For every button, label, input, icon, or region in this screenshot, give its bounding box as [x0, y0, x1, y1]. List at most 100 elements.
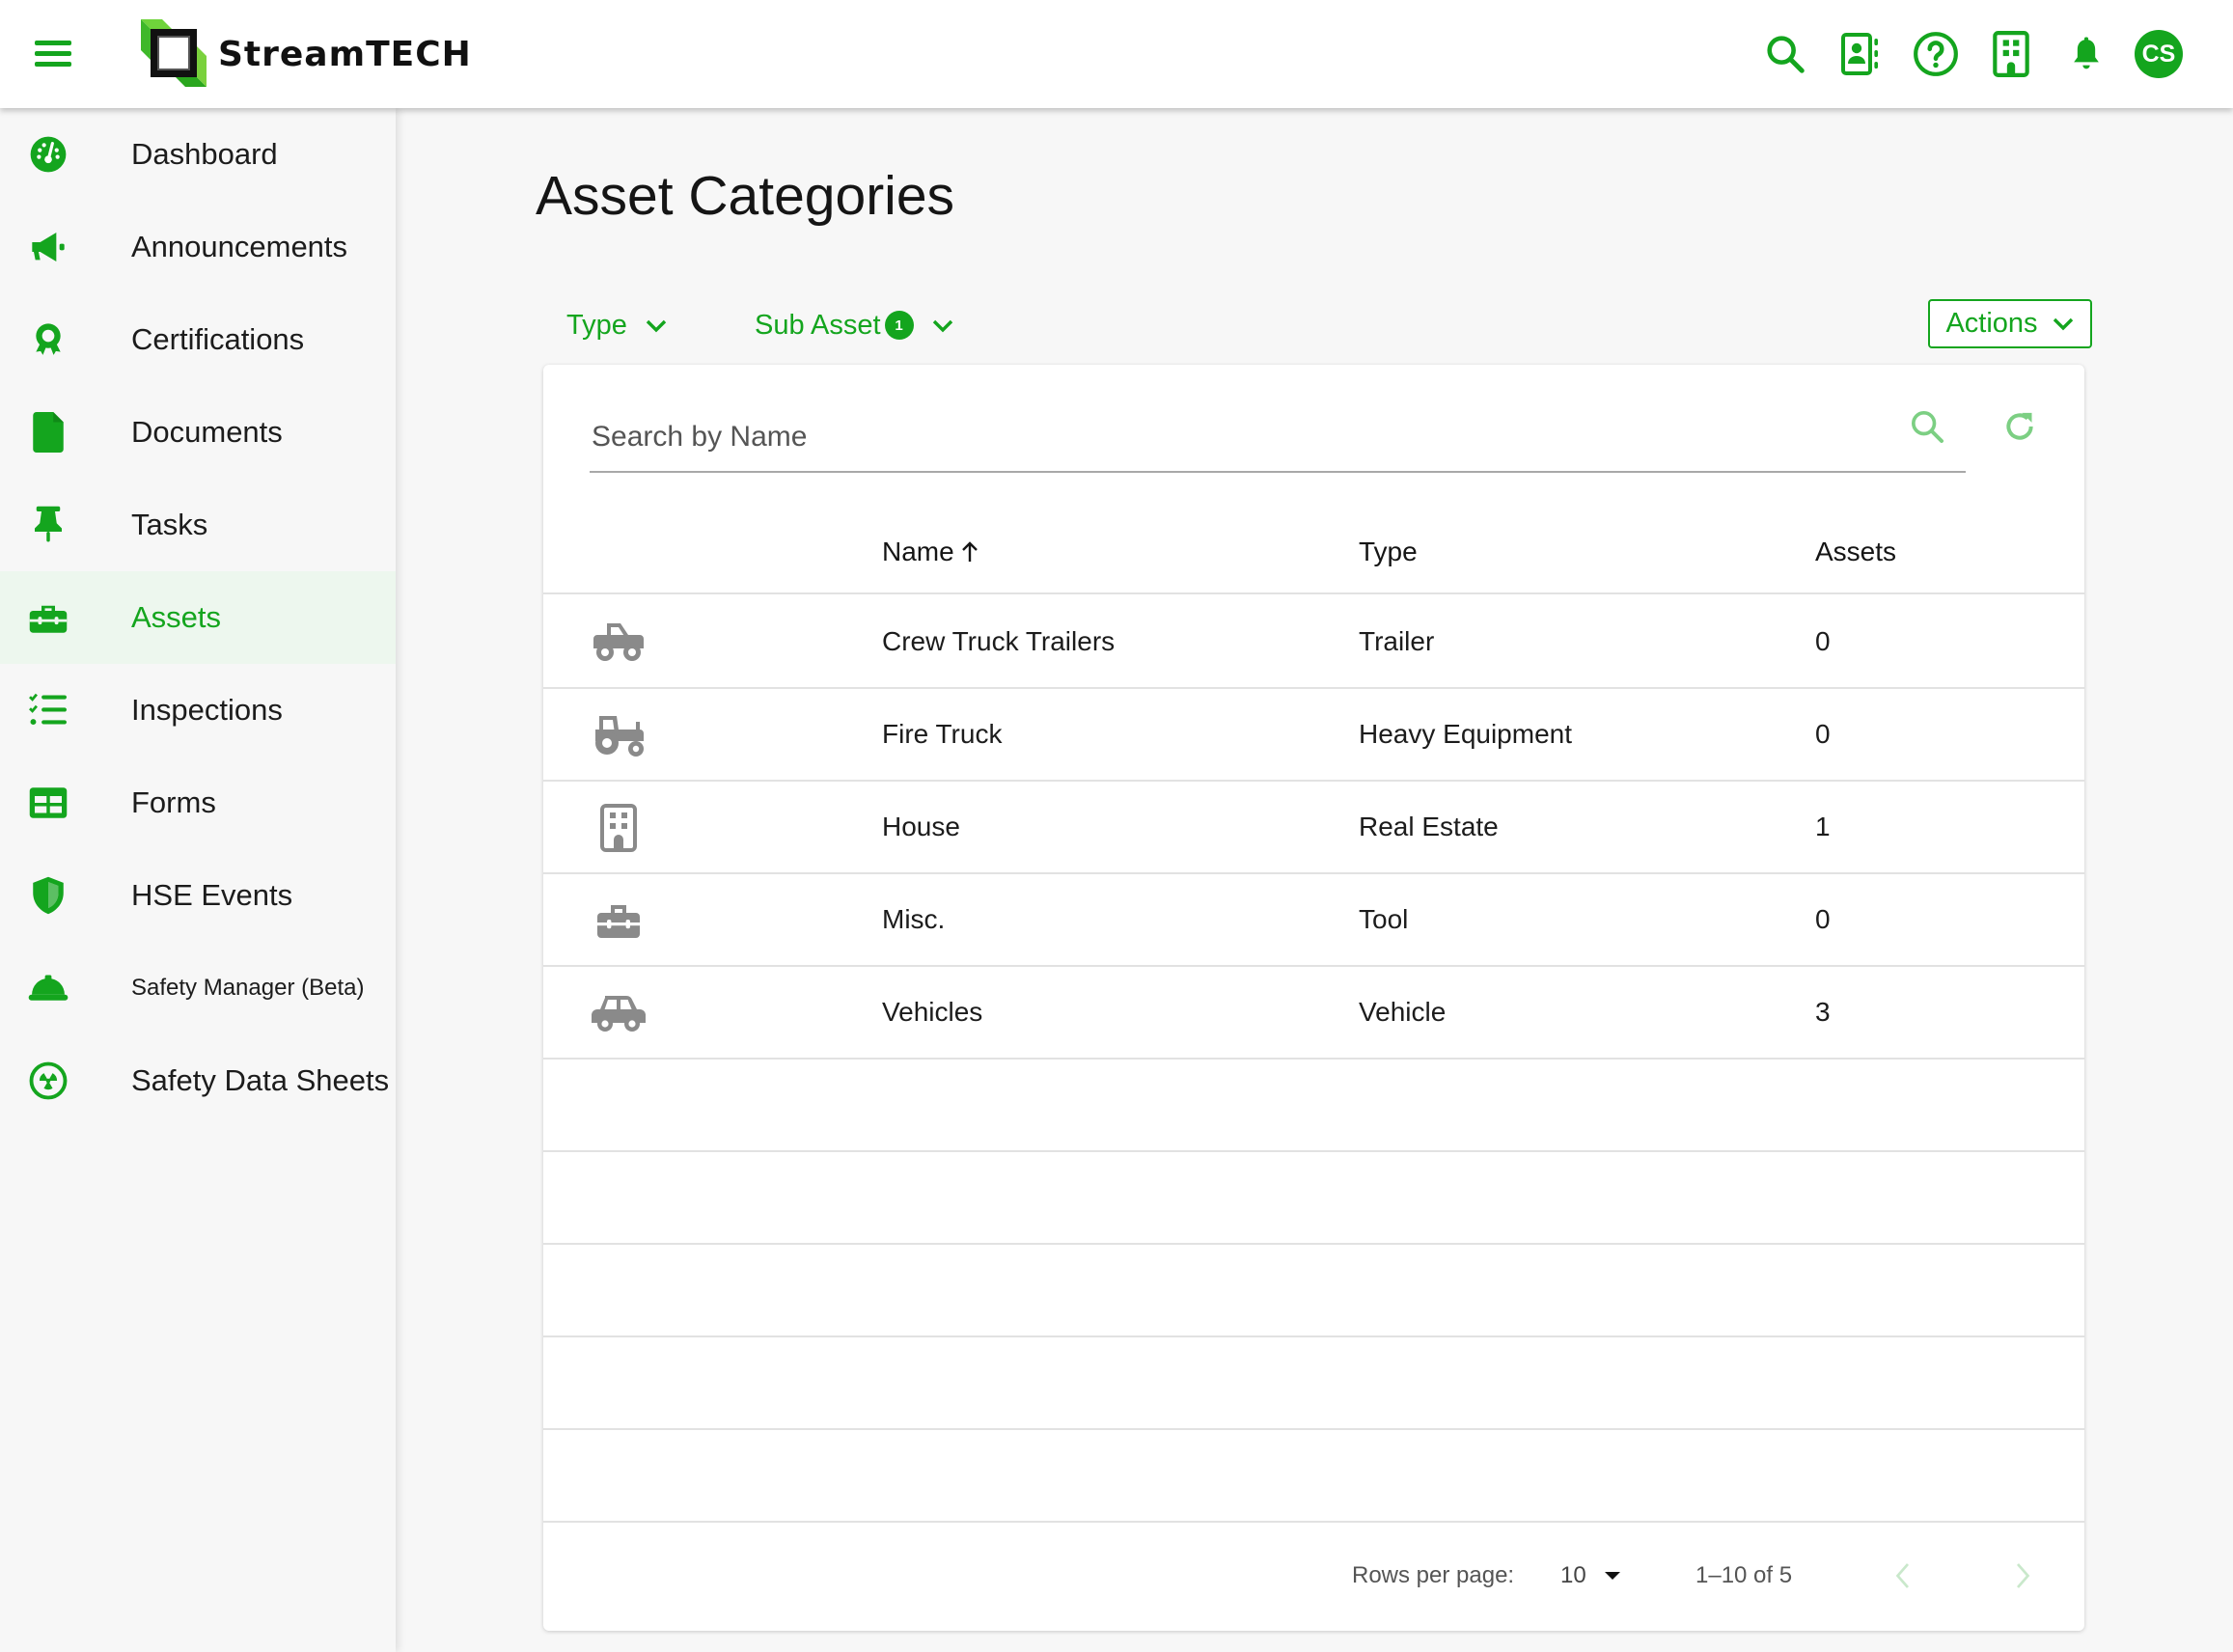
car-icon [588, 988, 649, 1038]
empty-table-row [543, 1060, 2084, 1152]
sidebar-item-hse-events[interactable]: HSE Events [0, 849, 396, 942]
sidebar-item-label: Announcements [131, 230, 348, 263]
cell-type: Heavy Equipment [1359, 719, 1573, 749]
cell-assets: 0 [1815, 904, 1831, 934]
pushpin-icon [27, 506, 69, 544]
help-icon[interactable] [1909, 27, 1963, 81]
filter-label: Type [566, 309, 627, 341]
tractor-icon [588, 710, 649, 760]
sidebar-item-announcements[interactable]: Announcements [0, 201, 396, 293]
cell-type: Trailer [1359, 626, 1435, 656]
rows-per-page-value: 10 [1560, 1562, 1586, 1588]
cell-assets: 0 [1815, 626, 1831, 656]
column-header-name[interactable]: Name [882, 509, 979, 594]
cell-assets: 3 [1815, 997, 1831, 1027]
table-pagination: Rows per page: 10 1–10 of 5 [543, 1521, 2084, 1631]
table-row[interactable]: House Real Estate 1 [543, 782, 2084, 874]
empty-table-row [543, 1430, 2084, 1523]
sidebar-item-label: Tasks [131, 508, 208, 541]
column-header-type[interactable]: Type [1359, 509, 1418, 594]
sidebar-item-safety-data-sheets[interactable]: Safety Data Sheets [0, 1034, 396, 1127]
sidebar-item-documents[interactable]: Documents [0, 386, 396, 479]
toolbox-icon [588, 895, 649, 946]
sidebar-item-dashboard[interactable]: Dashboard [0, 108, 396, 201]
table-row[interactable]: Misc. Tool 0 [543, 874, 2084, 967]
toolbox-icon [27, 598, 69, 637]
rows-per-page-label: Rows per page: [1352, 1562, 1515, 1588]
pagination-range: 1–10 of 5 [1695, 1562, 1793, 1588]
pickup-truck-icon [588, 618, 649, 668]
top-actions: CS [1737, 27, 2233, 81]
hazard-radiation-icon [27, 1061, 69, 1100]
user-avatar[interactable]: CS [2135, 30, 2183, 78]
filter-label: Sub Asset [755, 309, 881, 341]
building-icon[interactable] [1984, 27, 2038, 81]
filter-type-dropdown[interactable]: Type [566, 305, 668, 345]
sidebar-item-tasks[interactable]: Tasks [0, 479, 396, 571]
cell-type: Tool [1359, 904, 1409, 934]
arrow-up-icon [960, 540, 979, 564]
actions-button[interactable]: Actions [1928, 299, 2092, 348]
empty-table-row [543, 1337, 2084, 1430]
previous-page-button[interactable] [1879, 1553, 1925, 1599]
refresh-icon[interactable] [1997, 403, 2043, 450]
shield-icon [27, 876, 69, 915]
megaphone-icon [27, 228, 69, 266]
chevron-down-icon [2052, 308, 2075, 340]
search-icon[interactable] [1758, 27, 1812, 81]
building-icon [588, 803, 649, 853]
hamburger-menu-icon[interactable] [35, 41, 73, 68]
sidebar-item-safety-manager[interactable]: Safety Manager (Beta) [0, 942, 396, 1034]
search-input[interactable] [590, 403, 1966, 473]
top-app-bar: StreamTECH CS [0, 0, 2233, 108]
chevron-down-icon [645, 310, 668, 342]
search-icon[interactable] [1904, 403, 1950, 450]
filter-count-badge: 1 [884, 311, 914, 340]
asset-categories-table-card: Name Type Assets Crew Truck Trailers Tra… [543, 365, 2084, 1631]
table-row[interactable]: Crew Truck Trailers Trailer 0 [543, 596, 2084, 689]
filter-sub-asset-dropdown[interactable]: Sub Asset 1 [755, 305, 954, 345]
sidebar-item-label: Forms [131, 785, 216, 819]
table-row[interactable]: Fire Truck Heavy Equipment 0 [543, 689, 2084, 782]
sidebar-item-label: Certifications [131, 322, 305, 356]
contacts-icon[interactable] [1833, 27, 1888, 81]
sidebar-item-label: Assets [131, 600, 222, 634]
cell-type: Vehicle [1359, 997, 1447, 1027]
sidebar-item-inspections[interactable]: Inspections [0, 664, 396, 757]
cell-assets: 0 [1815, 719, 1831, 749]
sidebar: Dashboard Announcements Certifications D… [0, 108, 396, 1652]
cell-name: Crew Truck Trailers [882, 626, 1116, 656]
table-form-icon [27, 784, 69, 822]
checklist-icon [27, 691, 69, 730]
column-header-assets[interactable]: Assets [1815, 509, 1896, 594]
award-ribbon-icon [27, 320, 69, 359]
brand-name: StreamTECH [218, 34, 472, 74]
cell-name: Vehicles [882, 997, 983, 1027]
sidebar-item-assets[interactable]: Assets [0, 571, 396, 664]
streamtech-logo[interactable]: StreamTECH [137, 17, 472, 91]
sidebar-item-label: Safety Manager (Beta) [131, 975, 365, 1001]
cell-name: House [882, 812, 960, 841]
sidebar-item-label: Safety Data Sheets [131, 1063, 390, 1097]
table-row[interactable]: Vehicles Vehicle 3 [543, 967, 2084, 1060]
cell-type: Real Estate [1359, 812, 1499, 841]
cell-name: Fire Truck [882, 719, 1003, 749]
page-title: Asset Categories [536, 165, 955, 227]
sidebar-item-label: HSE Events [131, 878, 293, 912]
column-label: Name [882, 537, 954, 566]
sidebar-item-label: Documents [131, 415, 283, 449]
cell-name: Misc. [882, 904, 946, 934]
cell-assets: 1 [1815, 812, 1831, 841]
next-page-button[interactable] [2000, 1553, 2047, 1599]
logo-mark-icon [137, 17, 210, 91]
sidebar-item-label: Inspections [131, 693, 283, 727]
actions-label: Actions [1945, 308, 2038, 339]
notifications-bell-icon[interactable] [2059, 27, 2113, 81]
hard-hat-icon [27, 969, 69, 1007]
sidebar-item-forms[interactable]: Forms [0, 757, 396, 849]
dashboard-gauge-icon [27, 135, 69, 174]
document-icon [27, 412, 69, 453]
empty-table-row [543, 1152, 2084, 1245]
rows-per-page-select[interactable]: 10 [1560, 1521, 1621, 1631]
sidebar-item-certifications[interactable]: Certifications [0, 293, 396, 386]
